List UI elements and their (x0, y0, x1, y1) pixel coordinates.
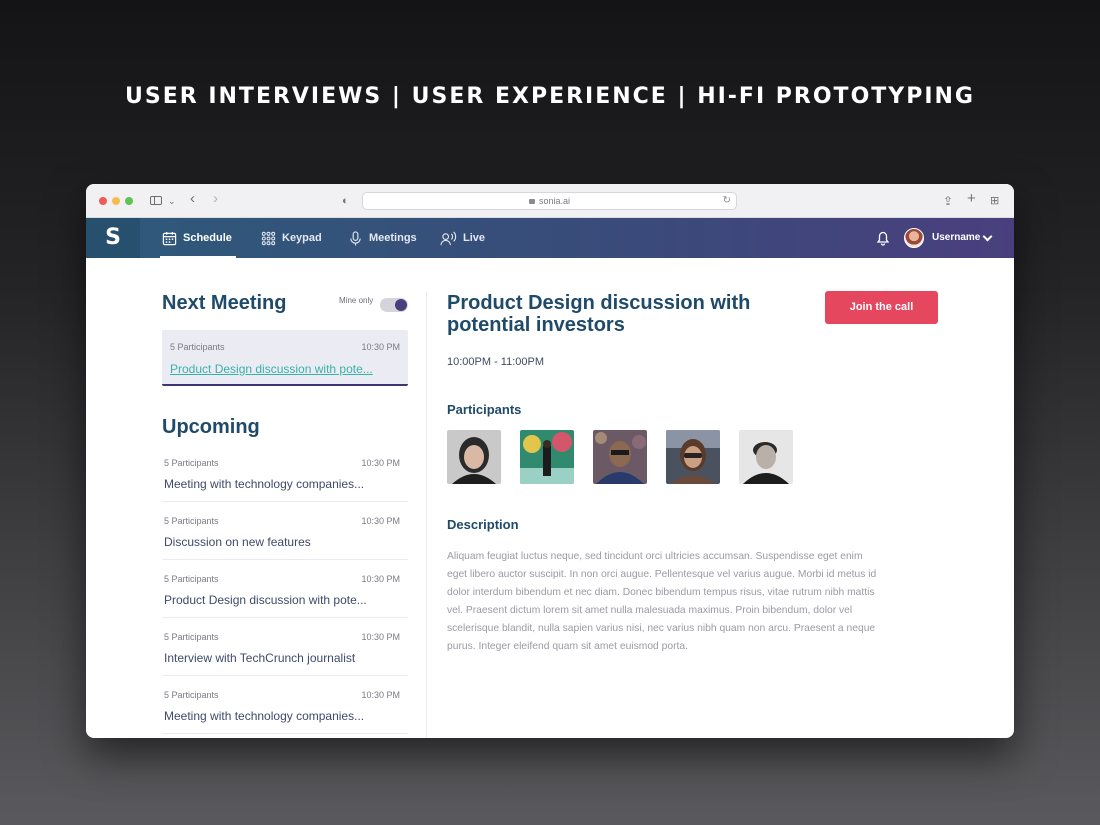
minimize-window-button[interactable] (112, 197, 120, 205)
close-window-button[interactable] (99, 197, 107, 205)
list-item[interactable]: 5 Participants 10:30 PM Interview with T… (162, 618, 408, 676)
participant-avatar[interactable] (739, 430, 793, 484)
toggle-knob (395, 299, 407, 311)
upcoming-title: Upcoming (162, 416, 260, 438)
participants-heading: Participants (447, 402, 522, 417)
share-icon[interactable]: ⇪ (943, 192, 953, 210)
meeting-time: 10:30 PM (361, 574, 400, 584)
headline: USER INTERVIEWS | USER EXPERIENCE | HI-F… (125, 84, 975, 109)
list-item[interactable]: 5 Participants 10:30 PM Discussion on ne… (162, 502, 408, 560)
sidebar-toggle-icon[interactable] (150, 196, 162, 205)
participants-count: 5 Participants (164, 690, 219, 700)
tab-schedule[interactable]: Schedule (160, 218, 236, 258)
participant-avatar[interactable] (447, 430, 501, 484)
user-avatar[interactable] (904, 228, 924, 248)
app-navbar: S Schedule Keypad Meetings Live Username (86, 218, 1014, 258)
meeting-time: 10:30 PM (361, 458, 400, 468)
new-tab-icon[interactable]: + (967, 190, 976, 208)
address-bar[interactable]: sonia.ai ↻ (362, 192, 737, 210)
chevron-down-icon[interactable] (982, 231, 993, 242)
forward-arrow-icon[interactable]: › (213, 190, 218, 208)
browser-toolbar: ⌄ ‹ › ◐ sonia.ai ↻ ⇪ + ⊞ (86, 184, 1014, 218)
username[interactable]: Username (932, 218, 980, 258)
bell-icon[interactable] (876, 230, 890, 246)
shield-icon[interactable]: ◐ (342, 192, 349, 210)
tab-meetings[interactable]: Meetings (348, 218, 417, 258)
main-content: Next Meeting Mine only 5 Participants 10… (86, 258, 1014, 738)
tab-keypad-label: Keypad (282, 232, 322, 244)
column-divider (426, 292, 427, 738)
mine-only-label: Mine only (339, 296, 374, 305)
next-meeting-title: Next Meeting (162, 292, 287, 314)
calendar-icon (162, 231, 177, 245)
participant-avatar[interactable] (520, 430, 574, 484)
participant-avatar[interactable] (666, 430, 720, 484)
app-logo[interactable]: S (86, 218, 140, 258)
reload-icon[interactable]: ↻ (723, 193, 731, 209)
mine-only-toggle[interactable] (380, 298, 408, 312)
chevron-down-icon[interactable]: ⌄ (168, 192, 176, 210)
description-heading: Description (447, 517, 519, 532)
tab-meetings-label: Meetings (369, 232, 417, 244)
live-icon (440, 231, 457, 245)
meeting-time: 10:30 PM (361, 516, 400, 526)
tab-schedule-label: Schedule (183, 232, 232, 244)
meeting-detail-title: Product Design discussion with potential… (447, 292, 751, 336)
participants-count: 5 Participants (164, 458, 219, 468)
meeting-title: Interview with TechCrunch journalist (164, 651, 356, 665)
tab-live-label: Live (463, 232, 486, 244)
list-item[interactable]: 5 Participants 10:30 PM Meeting with tec… (162, 676, 408, 734)
participant-avatar[interactable] (593, 430, 647, 484)
tab-overview-icon[interactable]: ⊞ (990, 192, 999, 210)
url-text: sonia.ai (538, 196, 571, 206)
participants-count: 5 Participants (164, 632, 219, 642)
browser-window: ⌄ ‹ › ◐ sonia.ai ↻ ⇪ + ⊞ S Schedule Keyp… (86, 184, 1014, 738)
tab-keypad[interactable]: Keypad (261, 218, 322, 258)
meeting-title: Discussion on new features (164, 535, 311, 549)
meeting-title: Meeting with technology companies... (164, 709, 365, 723)
back-arrow-icon[interactable]: ‹ (190, 190, 195, 208)
meeting-time: 10:30 PM (361, 632, 400, 642)
list-item[interactable]: 5 Participants 10:30 PM Meeting with tec… (162, 444, 408, 502)
lock-icon (528, 199, 535, 204)
participants-count: 5 Participants (170, 342, 225, 352)
microphone-icon (350, 230, 361, 246)
meeting-link[interactable]: Product Design discussion with pote... (170, 362, 373, 376)
list-item[interactable]: 5 Participants 10:30 PM Product Design d… (162, 560, 408, 618)
meeting-time: 10:30 PM (361, 342, 400, 352)
maximize-window-button[interactable] (125, 197, 133, 205)
keypad-icon (261, 231, 276, 245)
participants-count: 5 Participants (164, 574, 219, 584)
meeting-time: 10:30 PM (361, 690, 400, 700)
join-call-button[interactable]: Join the call (825, 291, 938, 324)
next-meeting-card[interactable]: 5 Participants 10:30 PM Product Design d… (162, 330, 408, 386)
meeting-description: Aliquam feugiat luctus neque, sed tincid… (447, 551, 877, 652)
meeting-time-range: 10:00PM - 11:00PM (447, 356, 545, 368)
tab-live[interactable]: Live (440, 218, 485, 258)
meeting-title: Meeting with technology companies... (164, 477, 365, 491)
meeting-title: Product Design discussion with pote... (164, 593, 367, 607)
participants-count: 5 Participants (164, 516, 219, 526)
